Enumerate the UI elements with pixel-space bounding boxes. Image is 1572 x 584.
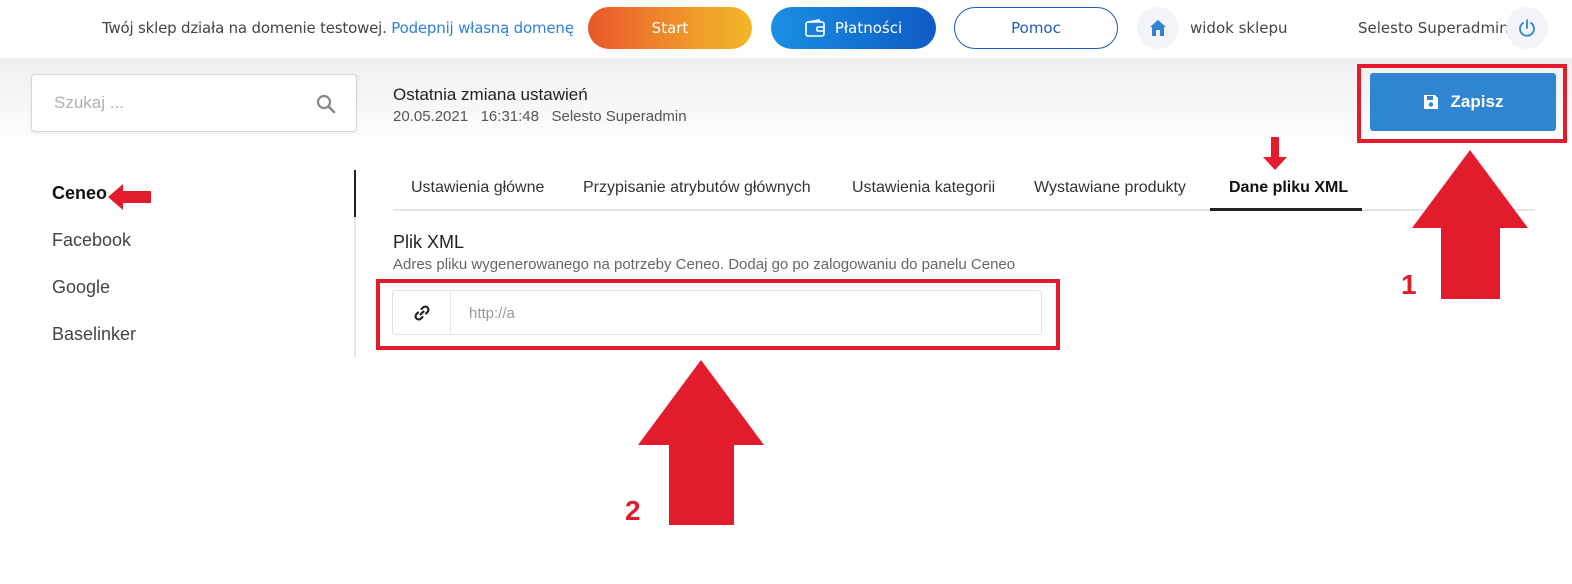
logout-button[interactable] (1506, 7, 1548, 49)
home-icon (1150, 20, 1166, 36)
annotation-box-save (1357, 64, 1567, 143)
last-change-time: 16:31:48 (480, 108, 539, 125)
last-change-title: Ostatnia zmiana ustawień (393, 85, 588, 104)
search-box (31, 74, 357, 132)
tabs-baseline (393, 209, 1535, 211)
wallet-icon (805, 19, 825, 37)
test-domain-notice: Twój sklep działa na domenie testowej. P… (102, 19, 574, 37)
shop-view-home-button[interactable] (1137, 7, 1179, 49)
sidebar-item-ceneo[interactable]: Ceneo (52, 183, 107, 204)
sidebar-item-facebook[interactable]: Facebook (52, 230, 131, 251)
payments-button[interactable]: Płatności (771, 7, 936, 49)
sidebar-item-google[interactable]: Google (52, 277, 110, 298)
annotation-box-url (376, 279, 1060, 350)
active-tab-underline (1210, 208, 1362, 211)
payments-label: Płatności (834, 19, 903, 37)
tab-category-settings[interactable]: Ustawienia kategorii (852, 179, 995, 197)
sidebar-item-baselinker[interactable]: Baselinker (52, 324, 136, 345)
sidebar-active-indicator (354, 170, 356, 217)
last-change-user: Selesto Superadmin (551, 108, 687, 125)
user-name: Selesto Superadmin (1358, 19, 1509, 37)
save-annotation-arrow (1412, 150, 1528, 299)
power-icon (1519, 19, 1535, 37)
start-button[interactable]: Start (588, 7, 752, 49)
tab-xml-file-data[interactable]: Dane pliku XML (1229, 179, 1348, 197)
tab-listed-products[interactable]: Wystawiane produkty (1034, 179, 1186, 197)
help-button[interactable]: Pomoc (954, 7, 1118, 49)
xml-section-title: Plik XML (393, 232, 465, 252)
search-input[interactable] (52, 92, 316, 114)
tab-annotation-arrow (1263, 137, 1287, 170)
test-domain-text: Twój sklep działa na domenie testowej. (102, 19, 387, 37)
last-change-meta: 20.05.2021 16:31:48 Selesto Superadmin (393, 108, 687, 125)
connect-domain-link[interactable]: Podepnij własną domenę (391, 19, 574, 37)
tab-attribute-mapping[interactable]: Przypisanie atrybutów głównych (583, 179, 811, 197)
xml-section-description: Adres pliku wygenerowanego na potrzeby C… (393, 256, 1016, 273)
search-icon[interactable] (316, 94, 336, 114)
tab-main-settings[interactable]: Ustawienia główne (411, 179, 544, 197)
annotation-number-2: 2 (625, 495, 641, 526)
url-annotation-arrow (638, 360, 764, 525)
shop-view-link[interactable]: widok sklepu (1190, 19, 1288, 37)
last-change-date: 20.05.2021 (393, 108, 469, 125)
annotation-number-1: 1 (1401, 269, 1417, 300)
sidebar-annotation-arrow (108, 184, 151, 210)
